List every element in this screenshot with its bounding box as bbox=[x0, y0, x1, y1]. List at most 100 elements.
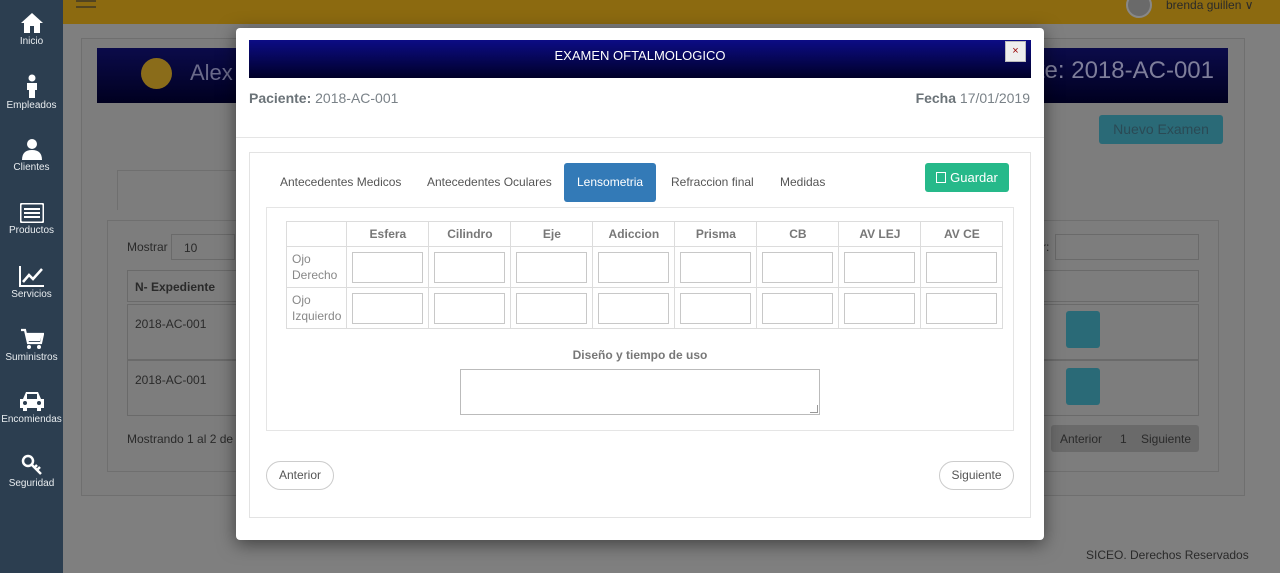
pagination: Anterior 1 Siguiente bbox=[1051, 425, 1199, 452]
sidebar-item-label: Encomiendas bbox=[1, 414, 62, 425]
table-cell bbox=[346, 246, 430, 288]
tab-label: Refraccion final bbox=[671, 175, 754, 189]
date-value: 17/01/2019 bbox=[959, 90, 1030, 106]
sidebar-item-empleados[interactable]: Empleados bbox=[0, 74, 63, 111]
col-header: Eje bbox=[510, 221, 594, 247]
od-eje-input[interactable] bbox=[516, 251, 588, 283]
table-cell bbox=[920, 287, 1004, 329]
sidebar-item-productos[interactable]: Productos bbox=[0, 203, 63, 236]
sidebar-item-seguridad[interactable]: Seguridad bbox=[0, 454, 63, 489]
row-expediente: 2018-AC-001 bbox=[135, 373, 207, 387]
save-label: Guardar bbox=[950, 170, 998, 185]
od-adiccion-input[interactable] bbox=[598, 251, 670, 283]
table-cell bbox=[592, 246, 676, 288]
oi-esfera-input[interactable] bbox=[352, 292, 424, 324]
patient-value: 2018-AC-001 bbox=[315, 90, 399, 106]
tab-refraccion-final[interactable]: Refraccion final bbox=[658, 163, 767, 202]
pagination-prev[interactable]: Anterior bbox=[1060, 432, 1102, 446]
tab-label: Antecedentes Medicos bbox=[280, 175, 402, 189]
save-button[interactable]: Guardar bbox=[925, 163, 1009, 192]
pdf-icon[interactable] bbox=[1066, 368, 1100, 405]
resize-handle[interactable] bbox=[810, 405, 818, 413]
patient-info: Paciente: 2018-AC-001 bbox=[249, 90, 398, 106]
corner-cell bbox=[285, 221, 348, 247]
patient-label: Paciente: bbox=[249, 90, 312, 106]
table-cell bbox=[428, 246, 512, 288]
col-header: CB bbox=[756, 221, 840, 247]
table-info: Mostrando 1 al 2 de 2 bbox=[127, 432, 244, 446]
sidebar-item-encomiendas[interactable]: Encomiendas bbox=[0, 390, 63, 425]
table-row-ojo-derecho: Ojo Derecho bbox=[285, 246, 1004, 288]
oi-eje-input[interactable] bbox=[516, 292, 588, 324]
table-row-ojo-izquierdo: Ojo Izquierdo bbox=[285, 287, 1004, 329]
next-button[interactable]: Siguiente bbox=[939, 461, 1014, 490]
cart-icon bbox=[20, 328, 44, 349]
tab-antecedentes-medicos[interactable]: Antecedentes Medicos bbox=[267, 163, 414, 202]
row-label: Ojo Derecho bbox=[285, 246, 348, 288]
sidebar-item-servicios[interactable]: Servicios bbox=[0, 265, 63, 300]
tab-lensometria[interactable]: Lensometria bbox=[564, 163, 657, 202]
od-esfera-input[interactable] bbox=[352, 251, 424, 283]
table-cell bbox=[346, 287, 430, 329]
pagination-page[interactable]: 1 bbox=[1120, 432, 1127, 446]
list-icon bbox=[19, 203, 44, 223]
sidebar-item-label: Productos bbox=[8, 225, 55, 236]
col-header: AV LEJ bbox=[838, 221, 922, 247]
oi-adiccion-input[interactable] bbox=[598, 292, 670, 324]
table-cell bbox=[838, 287, 922, 329]
col-header: Prisma bbox=[674, 221, 758, 247]
od-prisma-input[interactable] bbox=[680, 251, 752, 283]
column-header-expediente[interactable]: N- Expediente bbox=[135, 280, 215, 294]
table-cell bbox=[428, 287, 512, 329]
show-entries-select[interactable]: 10 bbox=[171, 234, 235, 260]
menu-icon[interactable] bbox=[76, 0, 96, 14]
sidebar-item-label: Inicio bbox=[19, 36, 44, 47]
user-menu[interactable]: brenda guillen ∨ bbox=[1166, 0, 1254, 12]
od-cb-input[interactable] bbox=[762, 251, 834, 283]
design-usage-label: Diseño y tiempo de uso bbox=[572, 348, 708, 362]
table-cell bbox=[674, 287, 758, 329]
table-cell bbox=[756, 287, 840, 329]
background-tab bbox=[117, 170, 247, 210]
tab-medidas[interactable]: Medidas bbox=[767, 163, 838, 202]
pagination-next[interactable]: Siguiente bbox=[1141, 432, 1191, 446]
oi-av-lej-input[interactable] bbox=[844, 292, 916, 324]
tab-label: Medidas bbox=[780, 175, 826, 189]
row-label-line2: Izquierdo bbox=[292, 309, 342, 323]
od-cilindro-input[interactable] bbox=[434, 251, 506, 283]
design-usage-textarea[interactable] bbox=[460, 369, 820, 415]
date-info: Fecha 17/01/2019 bbox=[916, 90, 1030, 106]
sidebar-item-suministros[interactable]: Suministros bbox=[0, 328, 63, 363]
car-icon bbox=[19, 392, 44, 411]
oi-prisma-input[interactable] bbox=[680, 292, 752, 324]
close-icon: × bbox=[1012, 45, 1019, 57]
col-header: Adiccion bbox=[592, 221, 676, 247]
tab-antecedentes-oculares[interactable]: Antecedentes Oculares bbox=[414, 163, 565, 202]
previous-button[interactable]: Anterior bbox=[266, 461, 334, 490]
table-header-row: Esfera Cilindro Eje Adiccion Prisma CB A… bbox=[285, 221, 1004, 247]
avatar bbox=[141, 58, 172, 89]
od-av-lej-input[interactable] bbox=[844, 251, 916, 283]
search-input[interactable] bbox=[1055, 234, 1199, 260]
oi-cilindro-input[interactable] bbox=[434, 292, 506, 324]
sidebar-item-inicio[interactable]: Inicio bbox=[0, 12, 63, 47]
new-exam-label: Nuevo Examen bbox=[1113, 121, 1209, 137]
new-exam-button[interactable]: Nuevo Examen bbox=[1099, 115, 1223, 144]
sidebar-item-label: Empleados bbox=[6, 100, 57, 111]
show-entries-value: 10 bbox=[184, 241, 198, 255]
oi-av-ce-input[interactable] bbox=[926, 292, 998, 324]
od-av-ce-input[interactable] bbox=[926, 251, 998, 283]
save-icon bbox=[936, 172, 947, 183]
row-label-line1: Ojo bbox=[292, 293, 311, 307]
sidebar: Inicio Empleados Clientes Productos Serv… bbox=[0, 0, 63, 573]
lensometry-table: Esfera Cilindro Eje Adiccion Prisma CB A… bbox=[285, 221, 1004, 329]
pdf-icon[interactable] bbox=[1066, 311, 1100, 348]
sidebar-item-label: Servicios bbox=[11, 289, 52, 300]
table-cell bbox=[674, 246, 758, 288]
sidebar-item-clientes[interactable]: Clientes bbox=[0, 138, 63, 173]
person-icon bbox=[26, 74, 37, 98]
avatar[interactable] bbox=[1126, 0, 1152, 18]
oi-cb-input[interactable] bbox=[762, 292, 834, 324]
close-button[interactable]: × bbox=[1005, 41, 1026, 62]
sidebar-item-label: Seguridad bbox=[8, 478, 55, 489]
